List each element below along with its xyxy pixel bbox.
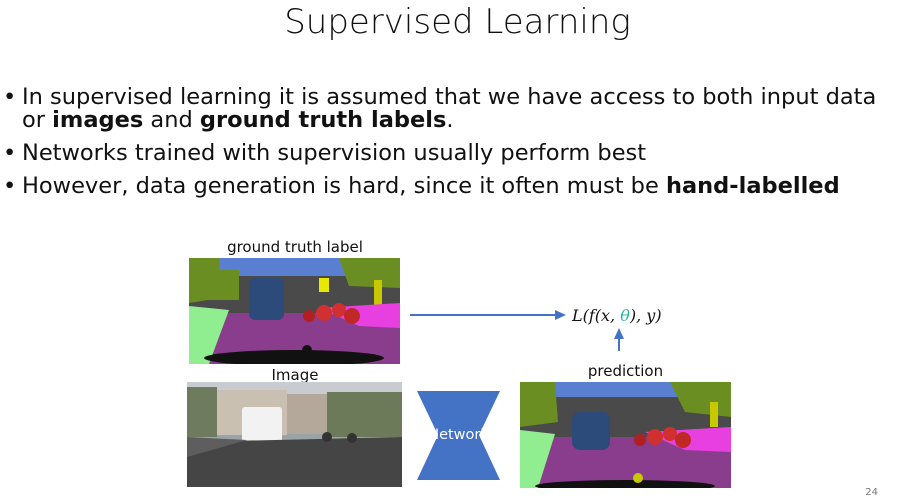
loss-formula: L(f(x, θ), y) bbox=[572, 306, 662, 325]
page-number: 24 bbox=[865, 487, 878, 498]
figure-arrows bbox=[410, 310, 624, 351]
gt-arrow-head bbox=[555, 310, 566, 320]
loss-prefix: L(f(x, bbox=[572, 306, 621, 325]
prediction-arrow-head bbox=[614, 328, 624, 339]
loss-theta: θ bbox=[620, 306, 630, 325]
loss-suffix: ), y) bbox=[629, 306, 662, 325]
